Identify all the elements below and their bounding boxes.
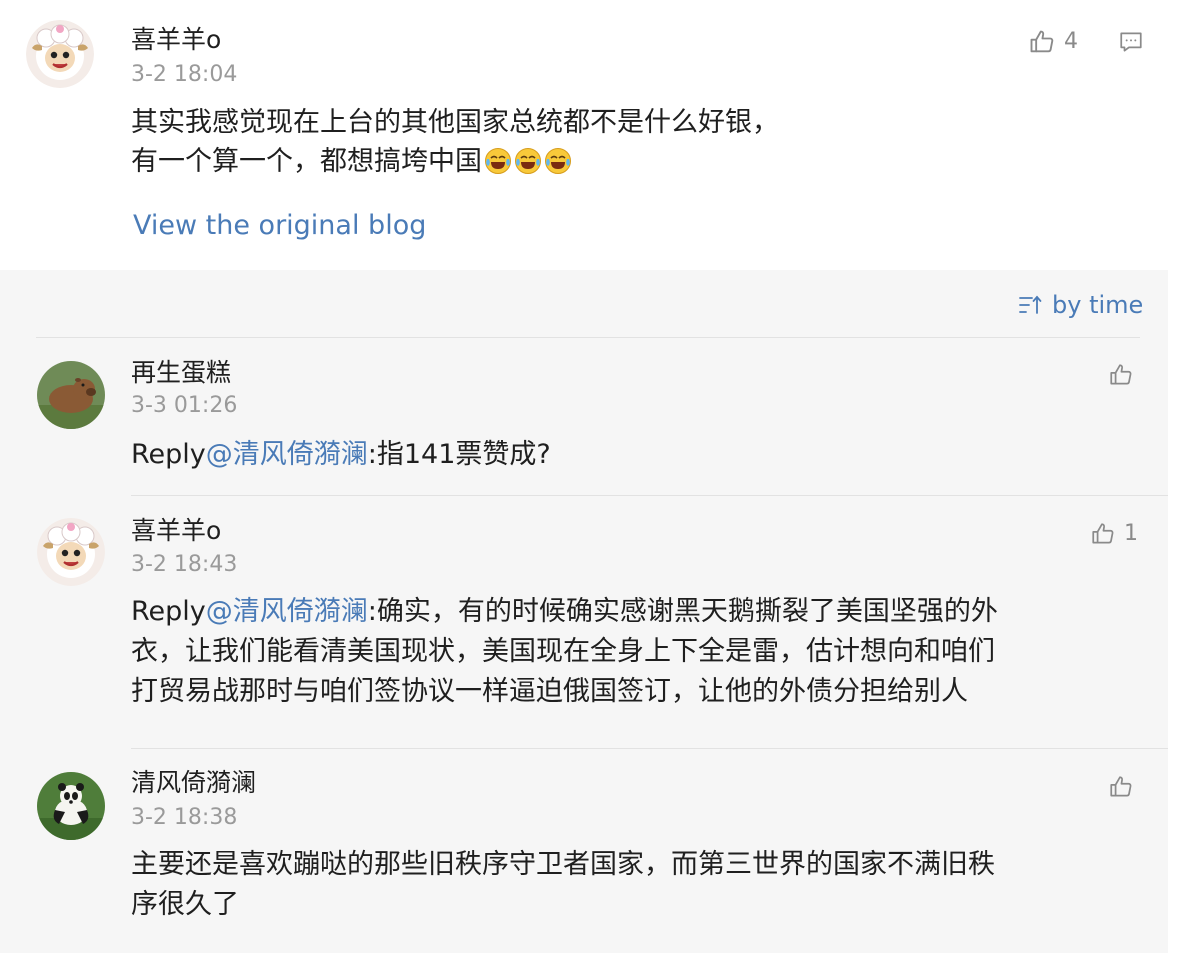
mention-link[interactable]: @清风倚漪澜 — [206, 596, 368, 627]
comment-body: Reply@清风倚漪澜:指141票赞成? — [131, 435, 551, 474]
laughing-crying-emoji-icon — [485, 148, 511, 174]
comment-avatar[interactable] — [37, 772, 105, 840]
comment-text: :确实，有的时候确实感谢黑天鹅撕裂了美国坚强的外 — [367, 596, 998, 627]
comment-text-line: 打贸易战那时与咱们签协议一样逼迫俄国签订，让他的外债分担给别人 — [131, 676, 968, 707]
divider — [131, 495, 1168, 496]
thumbs-up-icon — [1030, 30, 1054, 53]
post-text-line: 有一个算一个，都想搞垮中国 — [131, 142, 1131, 181]
reply-prefix: Reply — [131, 439, 206, 470]
comment-like-button[interactable]: 1 — [1090, 521, 1138, 547]
sort-by-time-button[interactable]: by time — [1018, 290, 1143, 320]
comment-timestamp: 3-2 18:38 — [131, 805, 238, 830]
user-avatar[interactable] — [26, 20, 94, 88]
comment-text: :指141票赞成? — [367, 439, 551, 470]
thumbs-up-icon — [1110, 776, 1132, 797]
main-post: 喜羊羊o 3-2 18:04 4 其实我感觉现在上台的其他国家总统都不是什么好银… — [0, 0, 1200, 270]
view-original-blog-link[interactable]: View the original blog — [133, 209, 426, 243]
comment-avatar[interactable] — [37, 361, 105, 429]
thumbs-up-icon — [1110, 364, 1132, 385]
comment-body: Reply@清风倚漪澜:确实，有的时候确实感谢黑天鹅撕裂了美国坚强的外 衣，让我… — [131, 592, 1151, 711]
comment-like-button[interactable] — [1108, 774, 1134, 800]
comment-timestamp: 3-3 01:26 — [131, 393, 238, 418]
comment-body: 主要还是喜欢蹦哒的那些旧秩序守卫者国家，而第三世界的国家不满旧秩 序很久了 — [131, 845, 1151, 924]
comment-timestamp: 3-2 18:43 — [131, 552, 238, 577]
comment-text-line: 序很久了 — [131, 889, 239, 920]
comment-username[interactable]: 再生蛋糕 — [131, 358, 231, 388]
comment-text-line: Reply@清风倚漪澜:确实，有的时候确实感谢黑天鹅撕裂了美国坚强的外 — [131, 592, 1151, 631]
post-text-line2: 有一个算一个，都想搞垮中国 — [131, 146, 482, 177]
post-body: 其实我感觉现在上台的其他国家总统都不是什么好银， 有一个算一个，都想搞垮中国 — [131, 103, 1131, 181]
laughing-crying-emoji-icon — [545, 148, 571, 174]
comment-text-line: 衣，让我们能看清美国现状，美国现在全身上下全是雷，估计想向和咱们 — [131, 636, 995, 667]
post-username[interactable]: 喜羊羊o — [131, 25, 221, 55]
divider — [131, 748, 1168, 749]
mention-link[interactable]: @清风倚漪澜 — [206, 439, 368, 470]
comment-username[interactable]: 清风倚漪澜 — [131, 768, 256, 798]
laughing-crying-emoji-icon — [515, 148, 541, 174]
post-timestamp: 3-2 18:04 — [131, 62, 238, 87]
divider — [36, 337, 1140, 338]
comment-username[interactable]: 喜羊羊o — [131, 516, 221, 546]
post-like-count: 4 — [1064, 29, 1078, 54]
comment-like-count: 1 — [1124, 521, 1138, 546]
post-like-button[interactable]: 4 — [1028, 28, 1078, 56]
reply-thread: by time 再生蛋糕 3-3 01:26 Reply@清风倚漪澜:指141票… — [0, 270, 1168, 953]
sort-icon — [1019, 295, 1042, 314]
reply-prefix: Reply — [131, 596, 206, 627]
thumbs-up-icon — [1092, 523, 1114, 544]
comment-icon[interactable] — [1118, 29, 1144, 55]
comment-like-button[interactable] — [1108, 362, 1134, 388]
comment-text-line: 主要还是喜欢蹦哒的那些旧秩序守卫者国家，而第三世界的国家不满旧秩 — [131, 849, 995, 880]
sort-label: by time — [1052, 291, 1144, 319]
post-text-line: 其实我感觉现在上台的其他国家总统都不是什么好银， — [131, 107, 779, 138]
comment-avatar[interactable] — [37, 518, 105, 586]
